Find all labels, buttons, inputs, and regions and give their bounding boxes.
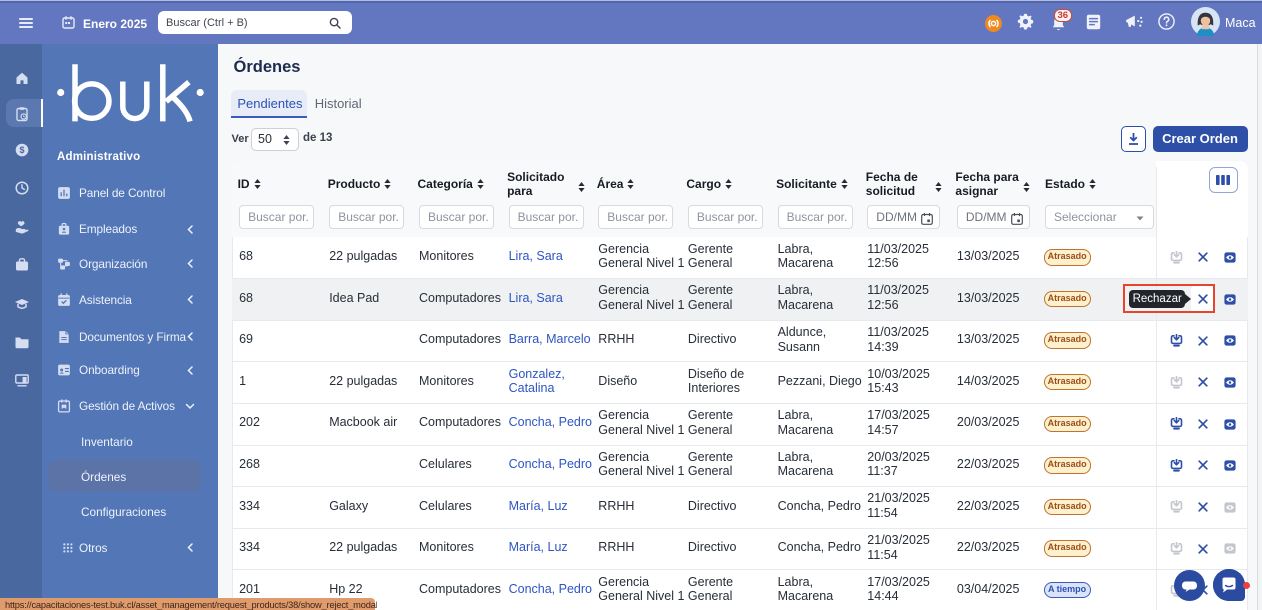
svg-text:$: $ xyxy=(19,145,24,155)
